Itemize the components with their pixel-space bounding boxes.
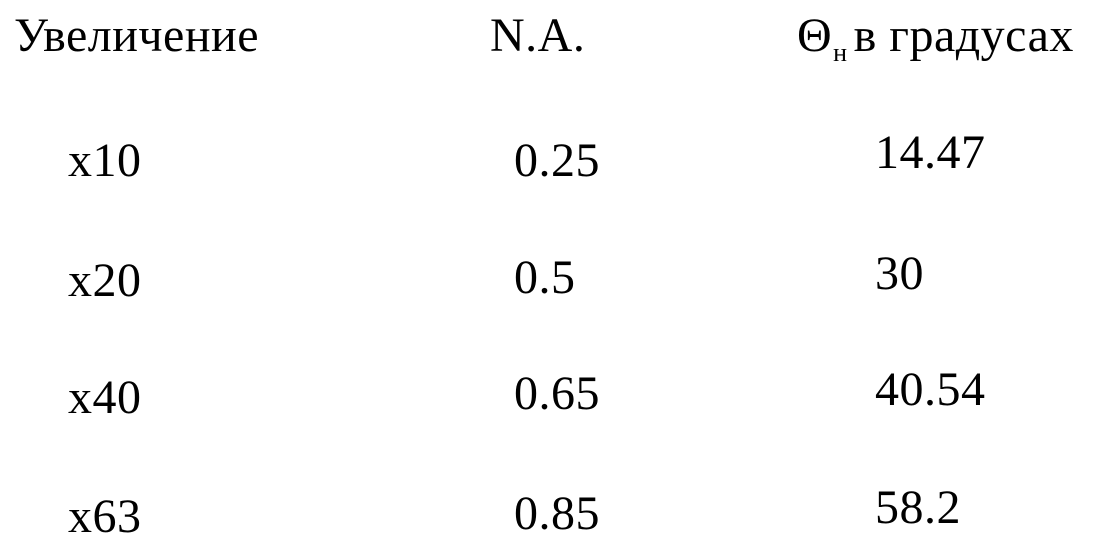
- cell-magnification: x40: [68, 371, 142, 424]
- header-magnification: Увеличение: [14, 9, 260, 62]
- cell-numerical-aperture: 0.25: [514, 134, 600, 187]
- header-numerical-aperture: N.A.: [490, 9, 586, 62]
- data-table: Увеличение N.A. Θн в градусах x10 0.25 14…: [0, 0, 1112, 543]
- header-theta-degrees: Θн в градусах: [797, 12, 1074, 66]
- cell-theta-degrees: 30: [875, 247, 924, 300]
- cell-numerical-aperture: 0.5: [514, 251, 576, 304]
- theta-subscript: н: [833, 38, 848, 67]
- cell-magnification: x63: [68, 490, 142, 543]
- cell-magnification: x10: [68, 134, 142, 187]
- cell-theta-degrees: 58.2: [875, 481, 961, 534]
- theta-symbol: Θ: [797, 9, 833, 62]
- theta-label-rest: в градусах: [853, 9, 1074, 62]
- cell-theta-degrees: 40.54: [875, 363, 986, 416]
- cell-magnification: x20: [68, 254, 142, 307]
- cell-numerical-aperture: 0.85: [514, 487, 600, 540]
- cell-theta-degrees: 14.47: [875, 126, 986, 179]
- cell-numerical-aperture: 0.65: [514, 367, 600, 420]
